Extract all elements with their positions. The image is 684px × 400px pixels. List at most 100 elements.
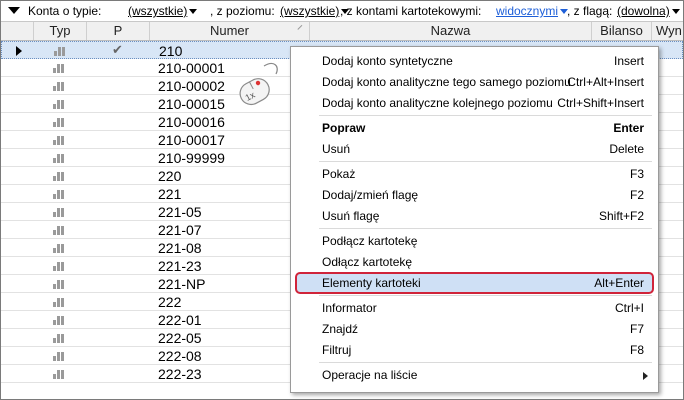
flag-filter-value: (dowolna) [617, 4, 670, 18]
header-p[interactable]: P [87, 22, 150, 40]
level-filter-value: (wszystkie) [280, 4, 340, 18]
menu-item-filter[interactable]: Filtruj F8 [291, 339, 658, 361]
menu-item-remove-flag[interactable]: Usuń flagę Shift+F2 [291, 205, 658, 227]
menu-item-delete[interactable]: Usuń Delete [291, 138, 658, 160]
menu-item-label: Informator [322, 301, 377, 315]
menu-item-add-analytic-same-level[interactable]: Dodaj konto analityczne tego samego pozi… [291, 71, 658, 93]
account-number: 222-05 [158, 330, 202, 346]
menu-item-label: Dodaj konto analityczne kolejnego poziom… [322, 96, 553, 110]
account-type-icon [53, 208, 65, 217]
menu-item-shortcut: Ctrl+I [614, 301, 644, 315]
menu-separator [319, 295, 652, 296]
account-type-icon [53, 226, 65, 235]
header-typ[interactable]: Typ [34, 22, 87, 40]
account-type-icon [53, 262, 65, 271]
collapse-triangle-icon[interactable] [8, 7, 20, 14]
account-number: 210-00002 [158, 78, 225, 94]
account-type-icon [54, 47, 66, 56]
account-type-icon [53, 136, 65, 145]
menu-item-add-analytic-next-level[interactable]: Dodaj konto analityczne kolejnego poziom… [291, 92, 658, 114]
account-number: 221-23 [158, 258, 202, 274]
account-type-icon [53, 100, 65, 109]
header-indicator [1, 22, 34, 40]
menu-item-card-elements[interactable]: Elementy kartoteki Alt+Enter [295, 272, 654, 294]
account-number: 222 [158, 294, 182, 310]
menu-item-label: Dodaj/zmień flagę [322, 188, 419, 202]
menu-item-label: Operacje na liście [322, 368, 418, 382]
type-filter-dropdown[interactable]: (wszystkie) [128, 4, 198, 18]
menu-item-detach-card[interactable]: Odłącz kartotekę [291, 251, 658, 273]
menu-item-shortcut: Ctrl+Shift+Insert [557, 96, 644, 110]
account-number: 222-23 [158, 366, 202, 382]
account-number: 210-00015 [158, 96, 225, 112]
menu-separator [319, 362, 652, 363]
menu-item-attach-card[interactable]: Podłącz kartotekę [291, 230, 658, 252]
account-number: 210 [159, 43, 183, 59]
checkmark-icon: ✔ [112, 42, 123, 57]
menu-item-label: Usuń [322, 142, 351, 156]
account-type-icon [53, 190, 65, 199]
level-filter-label: , z poziomu: [210, 4, 275, 18]
account-type-icon [53, 64, 65, 73]
menu-item-shortcut: F8 [629, 343, 644, 357]
account-type-icon [53, 172, 65, 181]
account-type-icon [53, 154, 65, 163]
menu-separator [319, 228, 652, 229]
account-number: 221-08 [158, 240, 202, 256]
account-number: 220 [158, 168, 182, 184]
account-number: 210-00016 [158, 114, 225, 130]
type-filter-value: (wszystkie) [128, 4, 188, 18]
menu-item-shortcut: Insert [613, 54, 644, 68]
menu-item-shortcut: Ctrl+Alt+Insert [567, 75, 644, 89]
menu-item-shortcut: F2 [629, 188, 644, 202]
menu-item-find[interactable]: Znajdź F7 [291, 318, 658, 340]
menu-item-show[interactable]: Pokaż F3 [291, 163, 658, 185]
menu-item-label: Elementy kartoteki [322, 276, 421, 290]
menu-item-label: Dodaj konto syntetyczne [322, 54, 453, 68]
flag-filter-dropdown[interactable]: (dowolna) [617, 4, 680, 18]
account-number: 221-07 [158, 222, 202, 238]
account-number: 222-08 [158, 348, 202, 364]
level-filter-dropdown[interactable]: (wszystkie) [280, 4, 350, 18]
account-number: 221-NP [158, 276, 206, 292]
menu-item-list-operations[interactable]: Operacje na liście [291, 364, 658, 386]
menu-item-label: Pokaż [322, 167, 356, 181]
menu-item-label: Dodaj konto analityczne tego samego pozi… [322, 75, 571, 89]
current-row-indicator-icon [16, 46, 22, 56]
account-type-icon [53, 118, 65, 127]
account-number: 222-01 [158, 312, 202, 328]
accounts-window: Konta o typie: (wszystkie) , z poziomu: … [0, 0, 684, 400]
menu-item-label: Filtruj [322, 343, 352, 357]
filter-bar: Konta o typie: (wszystkie) , z poziomu: … [1, 1, 683, 22]
account-number: 221 [158, 186, 182, 202]
header-nazwa[interactable]: Nazwa [310, 22, 592, 40]
menu-item-edit[interactable]: Popraw Enter [291, 117, 658, 139]
account-number: 210-00017 [158, 132, 225, 148]
menu-item-label: Popraw [322, 121, 366, 135]
menu-item-label: Odłącz kartotekę [322, 255, 413, 269]
account-type-icon [53, 316, 65, 325]
menu-item-add-synthetic-account[interactable]: Dodaj konto syntetyczne Insert [291, 50, 658, 72]
mouse-click-icon: 1x [239, 62, 278, 106]
account-type-icon [53, 370, 65, 379]
menu-item-informer[interactable]: Informator Ctrl+I [291, 297, 658, 319]
account-type-icon [53, 334, 65, 343]
menu-item-label: Podłącz kartotekę [322, 234, 418, 248]
menu-separator [319, 115, 652, 116]
account-type-icon [53, 244, 65, 253]
menu-item-label: Znajdź [322, 322, 359, 336]
chevron-down-icon [189, 9, 198, 14]
header-numer[interactable]: Numer [150, 22, 310, 40]
menu-item-shortcut: Delete [609, 142, 644, 156]
menu-item-shortcut: Enter [613, 121, 644, 135]
account-number: 210-00001 [158, 60, 225, 76]
header-wyn[interactable]: Wyn [652, 22, 683, 40]
header-bilanso[interactable]: Bilanso [592, 22, 652, 40]
card-filter-dropdown[interactable]: widocznymi [496, 4, 569, 18]
table-header: Typ P Numer Nazwa Bilanso Wyn [1, 22, 683, 41]
account-type-icon [53, 82, 65, 91]
menu-item-add-change-flag[interactable]: Dodaj/zmień flagę F2 [291, 184, 658, 206]
menu-item-shortcut: F7 [629, 322, 644, 336]
account-type-icon [53, 280, 65, 289]
menu-separator [319, 161, 652, 162]
